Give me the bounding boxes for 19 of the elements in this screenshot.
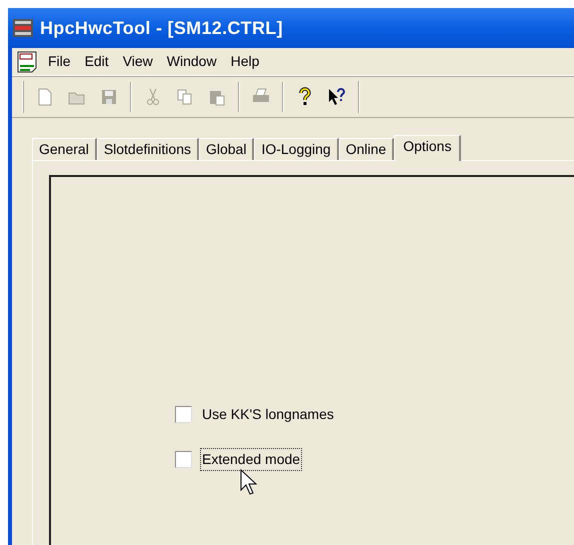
checkbox[interactable] [175,406,192,423]
tab[interactable]: Online [338,138,394,160]
tab[interactable]: General [32,138,97,160]
window-title: HpcHwcTool - [SM12.CTRL] [40,16,283,40]
menu-item[interactable]: File [42,51,77,72]
checkbox-label: Use KK'S longnames [201,405,335,424]
menu-item[interactable]: Window [160,51,223,72]
menu-item[interactable]: View [116,51,159,72]
tab[interactable]: Slotdefinitions [96,138,199,160]
app-icon [12,18,34,38]
menu-item[interactable]: Help [224,51,266,72]
pointer-question-icon [327,87,347,107]
tab[interactable]: Options [394,135,462,161]
tab[interactable]: IO-Logging [254,138,339,160]
tab[interactable]: Global [198,138,254,160]
checkbox-label: Extended mode [200,448,302,471]
checkbox[interactable] [175,451,192,468]
mouse-cursor-icon [240,469,260,497]
menu-item[interactable]: Edit [78,51,115,72]
